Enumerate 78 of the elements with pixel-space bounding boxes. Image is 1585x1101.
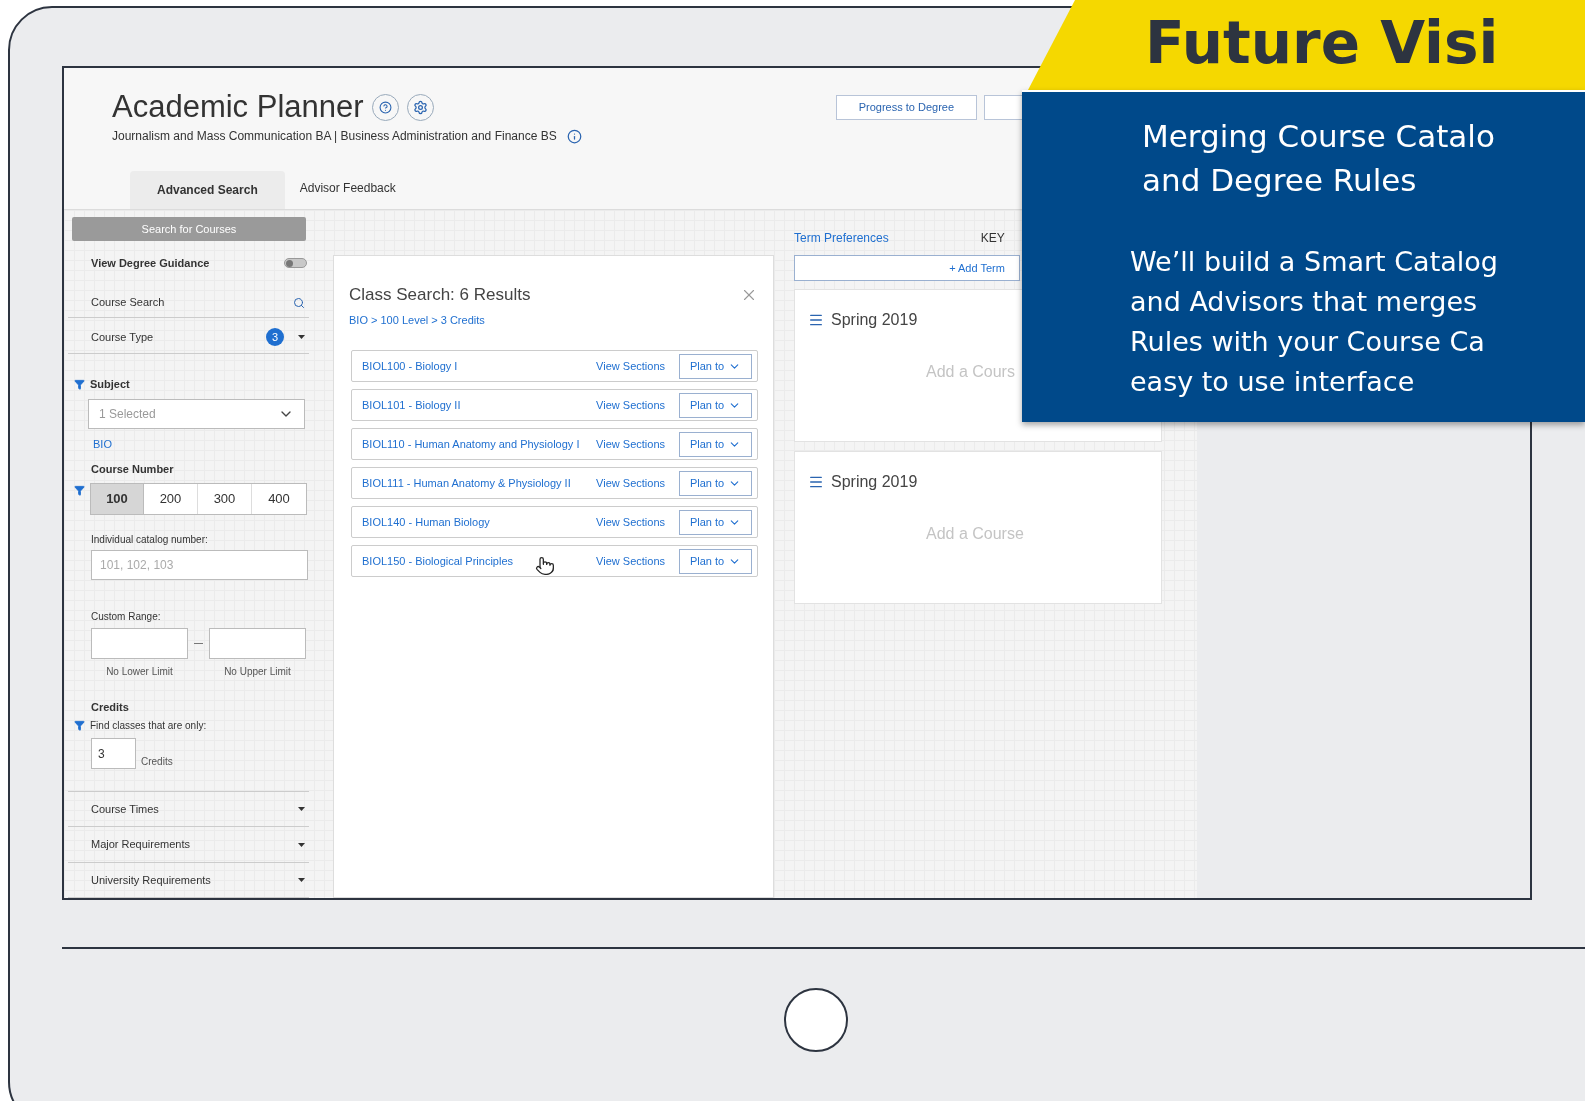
caret-icon [298, 807, 305, 812]
search-courses-button[interactable]: Search for Courses [72, 217, 306, 241]
plan-to-dropdown[interactable]: Plan to [679, 548, 752, 574]
course-link[interactable]: BIOL140 - Human Biology [362, 513, 490, 531]
tab[interactable]: Advanced Search [130, 171, 285, 209]
results-title: Class Search: 6 Results [349, 284, 531, 306]
tab[interactable]: Advisor Feedback [284, 171, 411, 209]
caret-icon [298, 334, 305, 339]
level-option[interactable]: 300 [198, 483, 252, 514]
level-option[interactable]: 400 [252, 483, 306, 514]
filter-icon [74, 378, 85, 390]
plan-to-dropdown[interactable]: Plan to [679, 392, 752, 418]
search-icon[interactable] [293, 296, 305, 309]
plan-to-dropdown[interactable]: Plan to [679, 509, 752, 535]
drag-handle-icon[interactable] [808, 474, 824, 490]
header-button[interactable] [984, 95, 1025, 120]
lower-limit-caption: No Lower Limit [105, 664, 174, 679]
caret-icon [298, 842, 305, 847]
lower-limit-field[interactable] [91, 627, 188, 659]
view-sections-link[interactable]: View Sections [596, 435, 665, 453]
course-type-label[interactable]: Course Type [91, 328, 154, 346]
filter-section[interactable]: Course Times [68, 792, 309, 828]
plan-to-dropdown[interactable]: Plan to [679, 470, 752, 496]
app-title: Academic Planner [112, 88, 364, 126]
info-icon[interactable] [566, 128, 582, 144]
credits-hint: Find classes that are only: [90, 719, 207, 734]
plan-to-dropdown[interactable]: Plan to [679, 353, 752, 379]
view-sections-link[interactable]: View Sections [596, 357, 665, 375]
catalog-number-label: Individual catalog number: [91, 532, 209, 547]
degree-guidance-label: View Degree Guidance [91, 255, 210, 271]
degree-programs: Journalism and Mass Communication BA | Business Administration and Finance BS [112, 128, 557, 145]
home-button[interactable] [784, 988, 848, 1052]
term-name: Spring 2019 [831, 472, 918, 492]
view-sections-link[interactable]: View Sections [596, 552, 665, 570]
add-term-button[interactable]: + Add Term [794, 255, 1020, 281]
filter-icon [74, 484, 85, 496]
breadcrumb[interactable]: BIO > 100 Level > 3 Credits [349, 311, 485, 328]
caret-icon [298, 877, 305, 882]
course-link[interactable]: BIOL111 - Human Anatomy & Physiology II [362, 474, 571, 492]
credits-unit: Credits [141, 755, 173, 770]
filter-icon [74, 720, 85, 732]
subject-tag[interactable]: BIO [93, 435, 112, 453]
count-badge: 3 [266, 327, 284, 346]
plan-to-dropdown[interactable]: Plan to [679, 431, 752, 457]
level-option[interactable]: 100 [91, 483, 144, 514]
drag-handle-icon[interactable] [808, 312, 824, 328]
course-link[interactable]: BIOL110 - Human Anatomy and Physiology I [362, 435, 580, 453]
progress-button[interactable]: Progress to Degree [835, 95, 978, 120]
callout-body: We’ll build a Smart Catalog and Advisors that merges Rules with your Course Ca easy to use interface [1130, 245, 1499, 399]
course-search-label[interactable]: Course Search [91, 294, 165, 311]
filter-section[interactable]: Major Requirements [68, 827, 309, 863]
subject-dropdown[interactable]: 1 Selected [88, 399, 305, 429]
filter-section[interactable]: University Requirements [68, 862, 309, 898]
view-sections-link[interactable]: View Sections [596, 513, 665, 531]
filter-section-label[interactable]: Major Requirements [91, 836, 191, 853]
filter-section-label[interactable]: Course Times [91, 801, 159, 818]
key-label: KEY [980, 230, 1005, 247]
course-link[interactable]: BIOL100 - Biology I [362, 357, 458, 375]
degree-guidance-toggle[interactable] [284, 258, 307, 269]
view-sections-link[interactable]: View Sections [596, 474, 665, 492]
credits-field[interactable]: 3 [91, 738, 136, 770]
course-number-label: Course Number [91, 462, 175, 478]
filter-section-label[interactable]: University Requirements [91, 871, 211, 889]
hand-cursor-icon [535, 556, 555, 576]
subject-label: Subject [90, 376, 130, 392]
course-link[interactable]: BIOL150 - Biological Principles [362, 552, 514, 570]
credits-label: Credits [91, 699, 130, 715]
catalog-number-field[interactable]: 101, 102, 103 [91, 549, 308, 580]
level-option[interactable]: 200 [144, 483, 198, 514]
upper-limit-field[interactable] [209, 627, 306, 659]
course-link[interactable]: BIOL101 - Biology II [362, 396, 461, 414]
term-preferences-link[interactable]: Term Preferences [794, 229, 889, 247]
banner-title: Future Visi [1145, 8, 1499, 78]
custom-range-label: Custom Range: [91, 609, 162, 624]
upper-limit-caption: No Upper Limit [223, 664, 292, 679]
view-sections-link[interactable]: View Sections [596, 396, 665, 414]
callout-heading: Merging Course Catalo and Degree Rules [1142, 117, 1496, 200]
term-name: Spring 2019 [831, 310, 918, 330]
